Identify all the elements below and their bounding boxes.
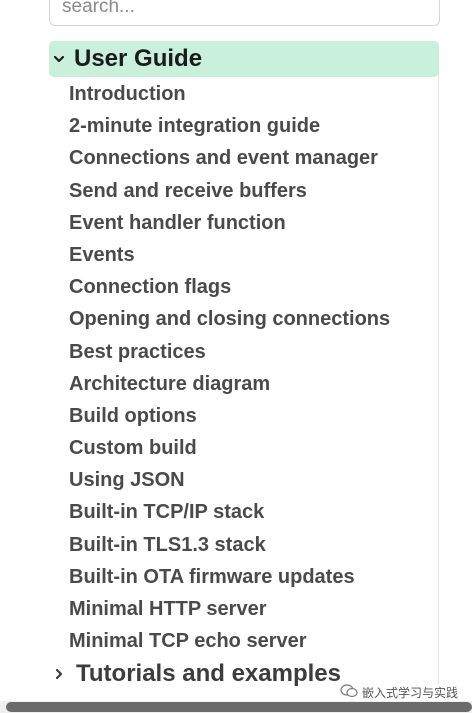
- section-title: Tutorials and examples: [76, 660, 341, 687]
- sidebar-divider: [438, 44, 439, 684]
- nav-item-best-practices[interactable]: Best practices: [69, 336, 390, 368]
- horizontal-scrollbar[interactable]: [0, 701, 472, 713]
- nav-item-event-handler-function[interactable]: Event handler function: [69, 207, 390, 239]
- scrollbar-thumb[interactable]: [6, 702, 472, 712]
- user-guide-list: Introduction 2-minute integration guide …: [69, 78, 390, 657]
- chevron-down-icon: [52, 52, 66, 66]
- nav-item-using-json[interactable]: Using JSON: [69, 464, 390, 496]
- nav-item-opening-and-closing-connections[interactable]: Opening and closing connections: [69, 303, 390, 335]
- nav-item-connection-flags[interactable]: Connection flags: [69, 271, 390, 303]
- section-title: User Guide: [74, 45, 203, 72]
- wechat-icon: [340, 684, 358, 701]
- nav-item-architecture-diagram[interactable]: Architecture diagram: [69, 368, 390, 400]
- section-user-guide[interactable]: User Guide: [49, 41, 439, 77]
- search-input[interactable]: [49, 0, 440, 26]
- nav-item-events[interactable]: Events: [69, 239, 390, 271]
- nav-item-minimal-tcp-echo-server[interactable]: Minimal TCP echo server: [69, 625, 390, 657]
- sidebar-page: User Guide Introduction 2-minute integra…: [0, 0, 472, 713]
- nav-item-custom-build[interactable]: Custom build: [69, 432, 390, 464]
- nav-item-introduction[interactable]: Introduction: [69, 78, 390, 110]
- nav-item-connections-and-event-manager[interactable]: Connections and event manager: [69, 142, 390, 174]
- watermark: 嵌入式学习与实践: [340, 684, 458, 701]
- nav-item-built-in-ota-firmware-updates[interactable]: Built-in OTA firmware updates: [69, 561, 390, 593]
- chevron-right-icon: [52, 667, 66, 681]
- nav-item-send-and-receive-buffers[interactable]: Send and receive buffers: [69, 175, 390, 207]
- nav-item-2-minute-integration-guide[interactable]: 2-minute integration guide: [69, 110, 390, 142]
- nav-item-built-in-tcp-ip-stack[interactable]: Built-in TCP/IP stack: [69, 496, 390, 528]
- nav-item-minimal-http-server[interactable]: Minimal HTTP server: [69, 593, 390, 625]
- nav-item-built-in-tls13-stack[interactable]: Built-in TLS1.3 stack: [69, 529, 390, 561]
- watermark-text: 嵌入式学习与实践: [361, 686, 458, 700]
- nav-item-build-options[interactable]: Build options: [69, 400, 390, 432]
